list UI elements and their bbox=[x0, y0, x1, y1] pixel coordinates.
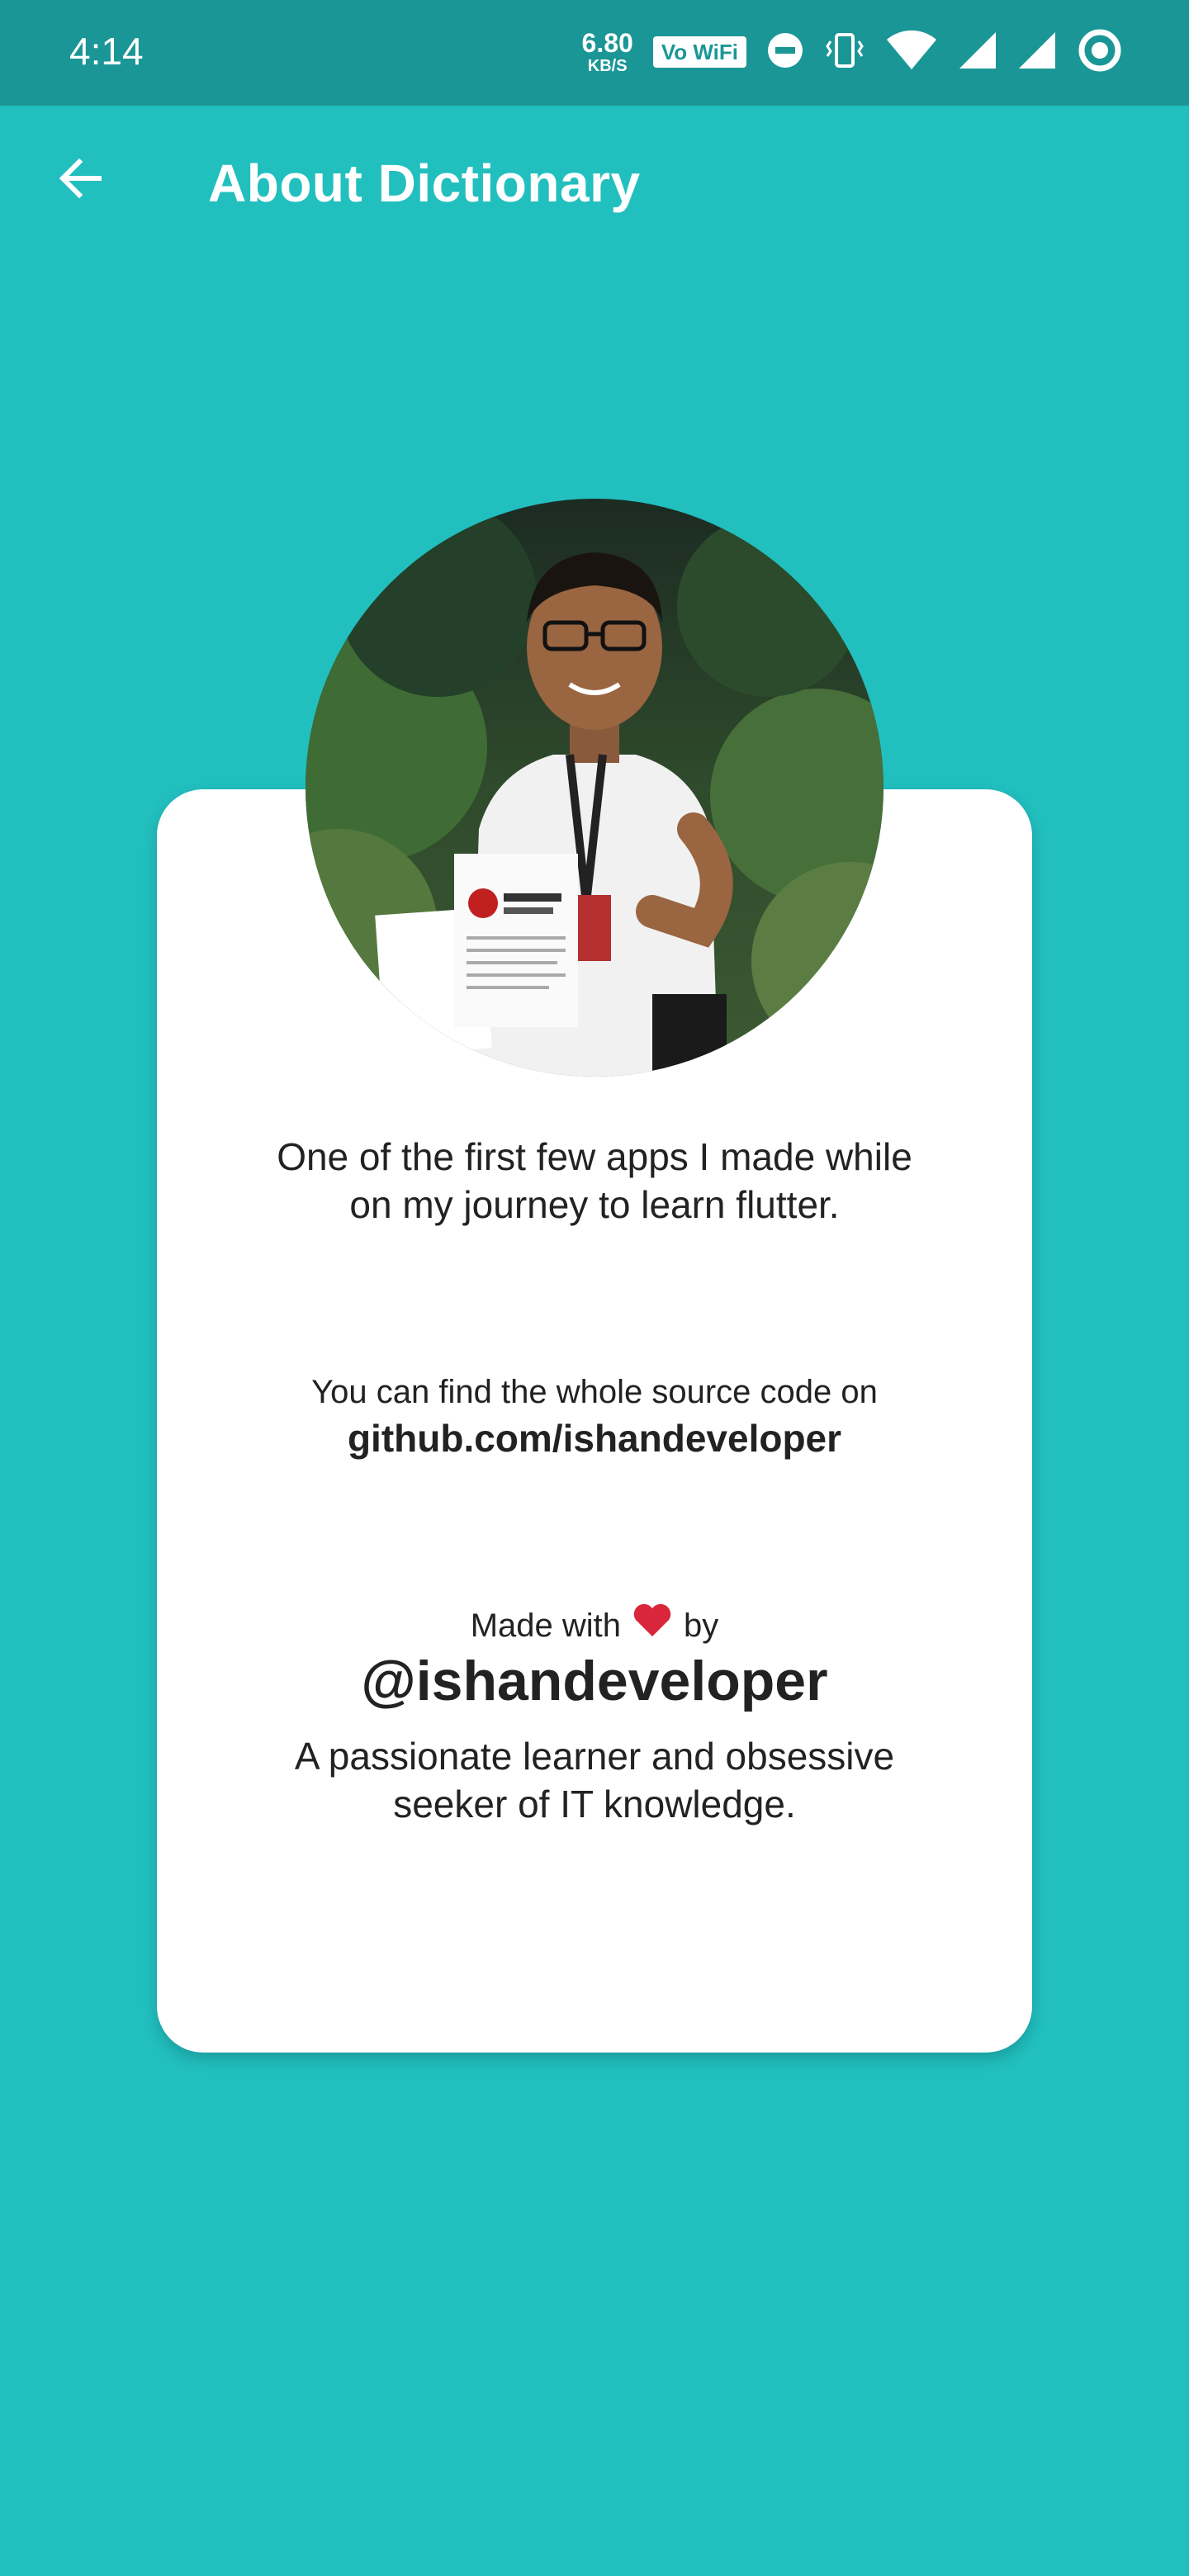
wifi-icon bbox=[885, 30, 938, 75]
vibrate-icon bbox=[824, 30, 865, 75]
intro-line-2: on my journey to learn flutter. bbox=[349, 1183, 840, 1226]
source-label: You can find the whole source code on bbox=[311, 1374, 878, 1410]
heart-icon bbox=[632, 1602, 672, 1649]
vowifi-badge: Vo WiFi bbox=[652, 36, 746, 68]
source-link[interactable]: github.com/ishandeveloper bbox=[157, 1413, 1032, 1463]
network-speed-value: 6.80 bbox=[581, 28, 633, 58]
page-title: About Dictionary bbox=[208, 154, 641, 213]
author-handle: @ishandeveloper bbox=[361, 1650, 828, 1712]
do-not-disturb-icon bbox=[766, 31, 804, 73]
signal-icon bbox=[1017, 31, 1057, 74]
network-speed-unit: KB/S bbox=[587, 57, 628, 75]
back-button[interactable] bbox=[41, 139, 121, 218]
bio-line-2: seeker of IT knowledge. bbox=[393, 1783, 796, 1825]
bio-line-1: A passionate learner and obsessive bbox=[294, 1735, 895, 1778]
made-with-prefix: Made with bbox=[470, 1607, 622, 1644]
made-with-suffix: by bbox=[684, 1607, 719, 1644]
made-with-line: Made with by bbox=[157, 1602, 1032, 1649]
app-bar: About Dictionary bbox=[0, 106, 1189, 268]
network-speed: 6.80 KB/S bbox=[582, 30, 633, 74]
status-time: 4:14 bbox=[69, 30, 144, 73]
profile-avatar bbox=[306, 499, 883, 1077]
intro-text: One of the first few apps I made while o… bbox=[157, 1133, 1032, 1229]
status-bar: 4:14 6.80 KB/S Vo WiFi bbox=[0, 0, 1189, 106]
signal-icon bbox=[958, 31, 997, 74]
status-icons: 6.80 KB/S Vo WiFi bbox=[582, 23, 1123, 81]
arrow-left-icon bbox=[59, 158, 102, 199]
author-bio: A passionate learner and obsessive seeke… bbox=[157, 1732, 1032, 1828]
sync-icon bbox=[1077, 27, 1123, 78]
intro-line-1: One of the first few apps I made while bbox=[277, 1135, 912, 1178]
